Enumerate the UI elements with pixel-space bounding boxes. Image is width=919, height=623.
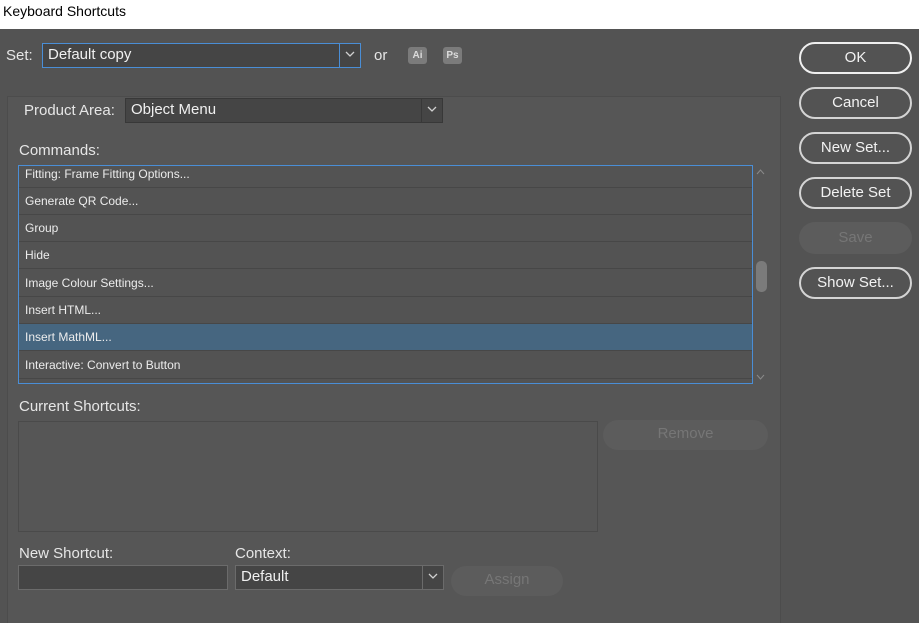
illustrator-import-icon[interactable]: Ai bbox=[408, 47, 427, 64]
scrollbar-thumb[interactable] bbox=[756, 261, 767, 292]
product-area-label: Product Area: bbox=[24, 102, 115, 119]
scroll-down-icon[interactable] bbox=[756, 374, 765, 380]
command-item[interactable]: Image Colour Settings... bbox=[19, 270, 752, 297]
delete-set-button[interactable]: Delete Set bbox=[799, 177, 912, 209]
command-item-selected[interactable]: Insert MathML... bbox=[19, 324, 752, 351]
current-shortcuts-label: Current Shortcuts: bbox=[19, 398, 141, 415]
commands-list[interactable]: Fitting: Frame Fitting Options... Genera… bbox=[18, 165, 753, 384]
cancel-button[interactable]: Cancel bbox=[799, 87, 912, 119]
context-value: Default bbox=[241, 568, 289, 585]
command-item[interactable]: Generate QR Code... bbox=[19, 188, 752, 215]
photoshop-import-icon[interactable]: Ps bbox=[443, 47, 462, 64]
or-label: or bbox=[374, 47, 388, 64]
product-area-dropdown[interactable]: Object Menu bbox=[125, 98, 443, 123]
set-label: Set: bbox=[6, 47, 33, 64]
save-button[interactable]: Save bbox=[799, 222, 912, 254]
scroll-up-icon[interactable] bbox=[756, 169, 765, 175]
command-item[interactable]: Insert HTML... bbox=[19, 297, 752, 324]
new-set-button[interactable]: New Set... bbox=[799, 132, 912, 164]
new-shortcut-input[interactable] bbox=[18, 565, 228, 590]
chevron-down-icon bbox=[339, 44, 360, 67]
product-area-value: Object Menu bbox=[131, 101, 217, 118]
command-item[interactable]: Group bbox=[19, 215, 752, 242]
window-title-bar: Keyboard Shortcuts bbox=[0, 0, 919, 29]
new-shortcut-label: New Shortcut: bbox=[19, 545, 114, 562]
set-dropdown[interactable]: Default copy bbox=[42, 43, 361, 68]
command-item[interactable]: Hide bbox=[19, 242, 752, 269]
commands-label: Commands: bbox=[19, 142, 100, 159]
set-dropdown-value: Default copy bbox=[48, 46, 132, 63]
command-item[interactable]: Fitting: Frame Fitting Options... bbox=[19, 166, 752, 188]
context-label: Context: bbox=[235, 545, 291, 562]
show-set-button[interactable]: Show Set... bbox=[799, 267, 912, 299]
window-title: Keyboard Shortcuts bbox=[3, 3, 126, 19]
context-dropdown[interactable]: Default bbox=[235, 565, 444, 590]
ok-button[interactable]: OK bbox=[799, 42, 912, 74]
assign-button[interactable]: Assign bbox=[451, 566, 563, 596]
command-item[interactable]: Interactive: Convert to Button bbox=[19, 352, 752, 379]
remove-button[interactable]: Remove bbox=[603, 420, 768, 450]
current-shortcuts-list[interactable] bbox=[18, 421, 598, 532]
chevron-down-icon bbox=[422, 566, 443, 589]
chevron-down-icon bbox=[421, 99, 442, 122]
